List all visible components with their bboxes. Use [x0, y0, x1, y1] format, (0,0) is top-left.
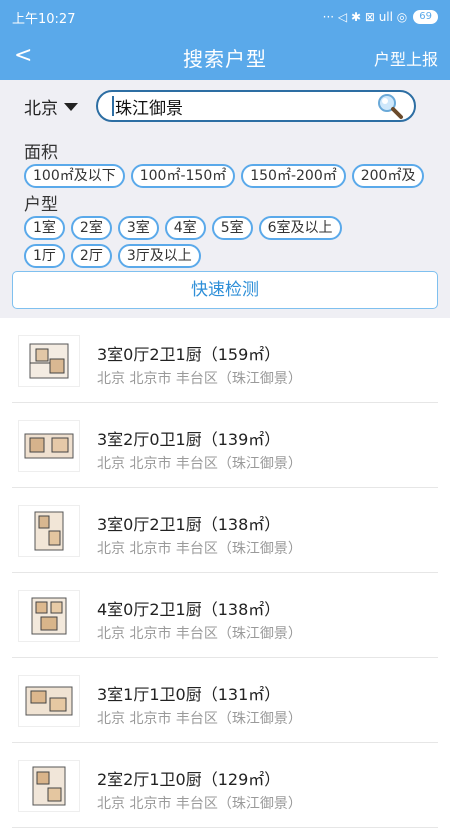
back-icon[interactable]: <	[14, 42, 32, 70]
list-item[interactable]: 3室1厅1卫0厨（131㎡） 北京 北京市 丰台区（珠江御景）	[12, 658, 438, 743]
floorplan-thumbnail	[18, 590, 80, 642]
listing-title: 3室1厅1卫0厨（131㎡）	[97, 685, 281, 704]
city-selector[interactable]: 北京	[24, 94, 78, 119]
status-icon-glyphs: ··· ◁ ✱ ⊠ ull ◎	[322, 10, 408, 24]
listing-title: 3室2厅0卫1厨（139㎡）	[97, 430, 281, 449]
status-bar: 上午10:27 ··· ◁ ✱ ⊠ ull ◎ 69	[0, 0, 450, 34]
room-chip[interactable]: 4室	[164, 216, 206, 240]
dropdown-triangle-icon	[64, 102, 78, 111]
list-item[interactable]: 4室0厅2卫1厨（138㎡） 北京 北京市 丰台区（珠江御景）	[12, 573, 438, 658]
quick-detect-button[interactable]: 快速检测	[12, 271, 438, 309]
room-chip[interactable]: 6室及以上	[258, 216, 342, 240]
text-cursor	[112, 96, 114, 116]
report-layout-button[interactable]: 户型上报	[374, 46, 438, 70]
area-chip[interactable]: 100㎡-150㎡	[130, 164, 236, 188]
floorplan-thumbnail	[18, 420, 80, 472]
area-chip[interactable]: 100㎡及以下	[24, 164, 125, 188]
listing-location: 北京 北京市 丰台区（珠江御景）	[97, 626, 302, 642]
status-icons: ··· ◁ ✱ ⊠ ull ◎ 69	[323, 10, 438, 24]
floorplan-thumbnail	[18, 675, 80, 727]
room-chip[interactable]: 1室	[24, 216, 65, 240]
listing-location: 北京 北京市 丰台区（珠江御景）	[97, 796, 302, 812]
listing-title: 4室0厅2卫1厨（138㎡）	[97, 600, 281, 619]
hall-chip-group: 1厅 2厅 3厅及以上	[24, 244, 201, 268]
listing-location: 北京 北京市 丰台区（珠江御景）	[97, 371, 302, 387]
area-chip-group: 100㎡及以下 100㎡-150㎡ 150㎡-200㎡ 200㎡及	[24, 164, 425, 188]
list-item[interactable]: 2室2厅1卫0厨（129㎡） 北京 北京市 丰台区（珠江御景）	[12, 743, 438, 828]
title-bar: < 搜索户型 户型上报	[0, 34, 450, 80]
room-chip[interactable]: 5室	[211, 216, 253, 240]
listing-title: 2室2厅1卫0厨（129㎡）	[97, 770, 281, 789]
city-label: 北京	[24, 99, 58, 119]
area-label: 面积	[24, 143, 58, 163]
search-input[interactable]	[115, 96, 376, 116]
area-chip[interactable]: 150㎡-200㎡	[241, 164, 346, 188]
listing-location: 北京 北京市 丰台区（珠江御景）	[97, 541, 302, 557]
listing-title: 3室0厅2卫1厨（159㎡）	[97, 345, 281, 364]
hall-chip[interactable]: 3厅及以上	[117, 244, 201, 268]
result-list: 3室0厅2卫1厨（159㎡） 北京 北京市 丰台区（珠江御景） 3室2厅0卫1厨…	[0, 318, 450, 828]
battery-icon: 69	[413, 10, 438, 24]
hall-chip[interactable]: 1厅	[24, 244, 65, 268]
room-chip[interactable]: 3室	[117, 216, 159, 240]
listing-title: 3室0厅2卫1厨（138㎡）	[97, 515, 281, 534]
search-box[interactable]	[96, 90, 416, 122]
floorplan-thumbnail	[18, 335, 80, 387]
hall-chip[interactable]: 2厅	[70, 244, 112, 268]
search-icon[interactable]	[376, 92, 404, 120]
list-item[interactable]: 3室0厅2卫1厨（159㎡） 北京 北京市 丰台区（珠江御景）	[12, 318, 438, 403]
listing-location: 北京 北京市 丰台区（珠江御景）	[97, 711, 302, 727]
layout-label: 户型	[24, 195, 58, 215]
list-item[interactable]: 3室0厅2卫1厨（138㎡） 北京 北京市 丰台区（珠江御景）	[12, 488, 438, 573]
room-chip[interactable]: 2室	[70, 216, 112, 240]
filter-panel: 北京 面积 100㎡及以下 100㎡-150㎡ 150㎡-200㎡ 200㎡及 …	[0, 80, 450, 318]
status-time: 上午10:27	[12, 11, 76, 27]
list-item[interactable]: 3室2厅0卫1厨（139㎡） 北京 北京市 丰台区（珠江御景）	[12, 403, 438, 488]
area-chip[interactable]: 200㎡及	[351, 164, 425, 188]
floorplan-thumbnail	[18, 760, 80, 812]
listing-location: 北京 北京市 丰台区（珠江御景）	[97, 456, 302, 472]
room-chip-group: 1室 2室 3室 4室 5室 6室及以上	[24, 216, 342, 240]
floorplan-thumbnail	[18, 505, 80, 557]
